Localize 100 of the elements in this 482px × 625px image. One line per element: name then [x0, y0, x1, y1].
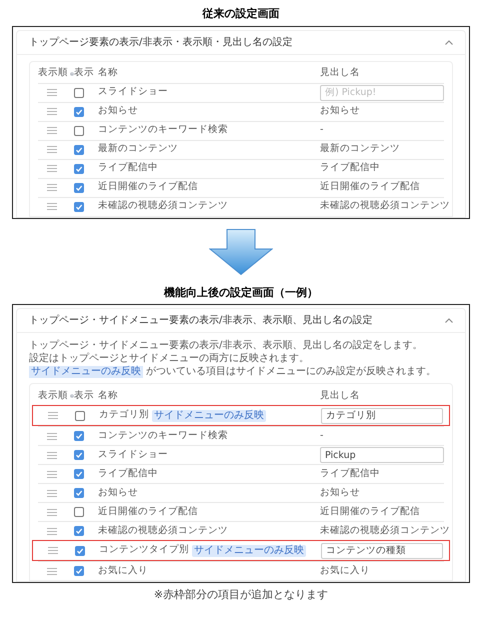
heading-text: 最新のコンテンツ [320, 142, 401, 156]
panel-header[interactable]: トップページ要素の表示/非表示・表示順・見出し名の設定 [17, 30, 465, 54]
check-icon [75, 202, 83, 210]
checkbox[interactable] [74, 88, 84, 98]
chevron-icon[interactable] [445, 40, 453, 44]
item-name: 未確認の視聴必須コンテンツ [98, 199, 228, 214]
heading-text: お気に入り [320, 564, 371, 578]
check-icon [75, 567, 83, 575]
panel-header[interactable]: トップページ・サイドメニュー要素の表示/非表示、表示順、見出し名の設定 [17, 309, 465, 333]
column-header: 表示 [74, 66, 94, 80]
checkbox[interactable] [74, 431, 84, 441]
item-name: カテゴリ別 [99, 408, 149, 422]
drag-handle-icon[interactable] [47, 528, 57, 534]
heading-text: ライブ配信中 [320, 161, 381, 176]
checkbox[interactable] [74, 488, 84, 498]
drag-handle-icon[interactable] [47, 165, 57, 172]
column-header: 見出し名 [320, 388, 360, 403]
heading-input[interactable]: コンテンツの種類 [321, 542, 443, 558]
item-name: お気に入り [98, 564, 148, 578]
panel-title: トップページ・サイドメニュー要素の表示/非表示、表示順、見出し名の設定 [29, 314, 372, 328]
item-name: 最新のコンテンツ [98, 142, 178, 156]
description-text: がついている項目はサイドメニューにのみ設定が反映されます。 [146, 365, 436, 378]
drag-handle-icon[interactable] [47, 452, 57, 458]
checkbox[interactable] [74, 106, 84, 116]
item-name: コンテンツのキーワード検索 [98, 428, 228, 443]
description-text: 設定はトップページとサイドメニューの両方に反映されます。 [29, 352, 310, 365]
description-text: トップページ・サイドメニュー要素の表示/非表示、表示順、見出し名の設定をします。 [29, 339, 424, 352]
heading-text: 未確認の視聴必須コンテンツ [320, 524, 450, 538]
item-name: お知らせ [98, 104, 138, 118]
tag-badge: サイドメニューのみ反映 [152, 410, 266, 422]
checkbox[interactable] [74, 144, 84, 154]
drag-handle-icon[interactable] [47, 146, 57, 153]
check-icon [75, 432, 83, 440]
check-icon [76, 546, 84, 554]
drag-handle-icon[interactable] [47, 568, 57, 574]
checkbox[interactable] [75, 410, 85, 420]
check-icon [75, 164, 83, 172]
chevron-icon[interactable] [445, 318, 453, 323]
item-name: 未確認の視聴必須コンテンツ [98, 524, 228, 538]
heading-text: ライブ配信中 [320, 466, 381, 481]
heading-text: 近日開催のライブ配信 [320, 180, 421, 194]
item-name: コンテンツのキーワード検索 [98, 123, 228, 138]
checkbox[interactable] [74, 507, 84, 517]
drag-handle-icon[interactable] [47, 89, 57, 96]
heading-text: - [320, 123, 324, 138]
heading-input[interactable]: カテゴリ別 [321, 408, 443, 424]
heading-text: お知らせ [320, 104, 361, 118]
checkbox[interactable] [74, 469, 84, 479]
drag-handle-icon[interactable] [48, 547, 58, 554]
heading-input[interactable]: Pickup [320, 447, 444, 463]
drag-handle-icon[interactable] [47, 470, 57, 478]
caption-text: ※赤枠部分の項目が追加となります [154, 587, 328, 603]
item-name: 近日開催のライブ配信 [98, 180, 198, 194]
checkbox[interactable] [74, 526, 84, 536]
check-icon [75, 489, 83, 497]
section-title: 機能向上後の設定画面（一例） [164, 284, 318, 300]
drag-handle-icon[interactable] [47, 184, 57, 191]
check-icon [75, 470, 83, 478]
checkbox[interactable] [75, 546, 85, 556]
item-name: 近日開催のライブ配信 [98, 504, 198, 519]
help-icon[interactable] [70, 70, 74, 78]
item-name: お知らせ [98, 486, 138, 500]
checkbox[interactable] [74, 126, 84, 136]
help-icon[interactable] [70, 392, 74, 400]
heading-text: 近日開催のライブ配信 [320, 504, 421, 519]
checkbox[interactable] [74, 566, 84, 576]
drag-handle-icon[interactable] [47, 432, 57, 440]
drag-handle-icon[interactable] [47, 127, 57, 134]
checkbox[interactable] [74, 182, 84, 192]
item-name: ライブ配信中 [98, 466, 158, 481]
column-header: 表示 [74, 388, 94, 403]
heading-text: お知らせ [320, 486, 361, 500]
heading-input[interactable]: 例) Pickup! [320, 84, 444, 100]
drag-handle-icon[interactable] [48, 412, 58, 419]
item-name: コンテンツタイプ別 [99, 543, 189, 558]
check-icon [75, 184, 83, 192]
drag-handle-icon[interactable] [47, 490, 57, 496]
down-arrow-drawing [209, 228, 273, 274]
tag-badge: サイドメニューのみ反映 [192, 544, 306, 556]
check-icon [75, 108, 83, 116]
item-name: スライドショー [98, 448, 168, 462]
check-icon [75, 527, 83, 535]
column-header: 見出し名 [320, 66, 360, 80]
drag-handle-icon[interactable] [47, 203, 57, 210]
checkbox[interactable] [74, 202, 84, 212]
checkbox[interactable] [74, 164, 84, 174]
heading-text: 未確認の視聴必須コンテンツ [320, 199, 450, 214]
column-header: 表示順 [38, 66, 68, 80]
tag-badge: サイドメニューのみ反映 [29, 366, 143, 378]
column-header: 名称 [98, 388, 118, 403]
item-name: ライブ配信中 [98, 161, 158, 176]
panel-title: トップページ要素の表示/非表示・表示順・見出し名の設定 [29, 36, 292, 50]
section-title: 従来の設定画面 [202, 6, 280, 22]
column-header: 表示順 [38, 388, 68, 403]
checkbox[interactable] [74, 450, 84, 460]
column-header: 名称 [98, 66, 118, 80]
check-icon [75, 146, 83, 154]
drag-handle-icon[interactable] [47, 108, 57, 115]
check-icon [75, 451, 83, 459]
drag-handle-icon[interactable] [47, 508, 57, 516]
